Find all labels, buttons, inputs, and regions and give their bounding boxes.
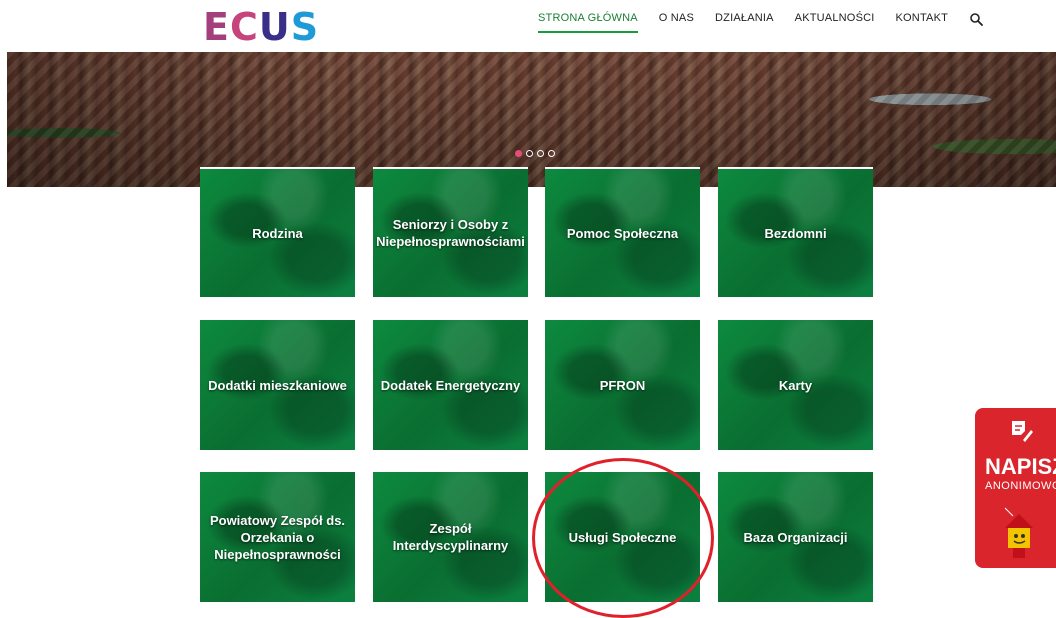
mailbox-house-icon [1004, 507, 1033, 558]
nav-kontakt[interactable]: KONTAKT [896, 12, 949, 33]
tile-zespol-interdyscyplinarny[interactable]: Zespół Interdyscyplinarny [373, 472, 528, 602]
tile-label: Zespół Interdyscyplinarny [392, 521, 509, 553]
tile-pfron[interactable]: PFRON [545, 320, 700, 450]
search-icon[interactable] [969, 12, 983, 26]
badge-title: NAPISZ [985, 454, 1056, 479]
tile-dodatki-mieszkaniowe[interactable]: Dodatki mieszkaniowe [200, 320, 355, 450]
badge-subtitle: ANONIMOWO [985, 480, 1056, 492]
logo-letter-c: C [229, 5, 259, 49]
tile-label: Dodatki mieszkaniowe [208, 377, 347, 393]
tile-label: Pomoc Społeczna [566, 225, 679, 241]
nav-strona-glowna[interactable]: STRONA GŁÓWNA [538, 12, 638, 33]
tile-baza-organizacji[interactable]: Baza Organizacji [718, 472, 873, 602]
slider-dot-4[interactable] [548, 150, 555, 157]
slider-dot-3[interactable] [537, 150, 544, 157]
tile-label: Bezdomni [764, 225, 827, 241]
main-nav: STRONA GŁÓWNA O NAS DZIAŁANIA AKTUALNOŚC… [538, 12, 983, 33]
tile-label: Usługi Społeczne [568, 529, 677, 545]
tile-bezdomni[interactable]: Bezdomni [718, 167, 873, 297]
hero-slider [7, 52, 1056, 187]
nav-o-nas[interactable]: O NAS [659, 12, 694, 33]
tile-label: Rodzina [252, 225, 303, 241]
tile-karty[interactable]: Karty [718, 320, 873, 450]
tile-label: Dodatek Energetyczny [380, 377, 521, 393]
slider-dots [515, 150, 555, 157]
tile-label: Seniorzy i Osoby z Niepełnosprawnościami [376, 217, 525, 249]
tile-label: PFRON [599, 377, 646, 393]
tile-seniorzy[interactable]: Seniorzy i Osoby z Niepełnosprawnościami [373, 167, 528, 297]
tile-pomoc-spoleczna[interactable]: Pomoc Społeczna [545, 167, 700, 297]
tile-label: Karty [778, 377, 813, 393]
logo-letter-s: S [290, 5, 320, 49]
logo-letter-e: E [203, 5, 230, 49]
tile-powiatowy-zespol[interactable]: Powiatowy Zespół ds. Orzekania o Niepełn… [200, 472, 355, 602]
nav-dzialania[interactable]: DZIAŁANIA [715, 12, 774, 33]
slider-dot-1[interactable] [515, 150, 522, 157]
site-header: ECUS STRONA GŁÓWNA O NAS DZIAŁANIA AKTUA… [0, 0, 1056, 52]
nav-aktualnosci[interactable]: AKTUALNOŚCI [795, 12, 875, 33]
page: ECUS STRONA GŁÓWNA O NAS DZIAŁANIA AKTUA… [0, 0, 1056, 618]
pencil-note-icon [1012, 421, 1033, 442]
ecus-logo[interactable]: ECUS [203, 6, 319, 48]
tile-dodatek-energetyczny[interactable]: Dodatek Energetyczny [373, 320, 528, 450]
tile-label: Baza Organizacji [743, 529, 848, 545]
napisz-anonimowo-badge[interactable]: NAPISZ ANONIMOWO [975, 408, 1056, 568]
logo-letter-u: U [258, 5, 291, 49]
tile-label: Powiatowy Zespół ds. Orzekania o Niepełn… [209, 512, 346, 562]
tile-rodzina[interactable]: Rodzina [200, 167, 355, 297]
tile-uslugi-spoleczne[interactable]: Usługi Społeczne [545, 472, 700, 602]
slider-dot-2[interactable] [526, 150, 533, 157]
